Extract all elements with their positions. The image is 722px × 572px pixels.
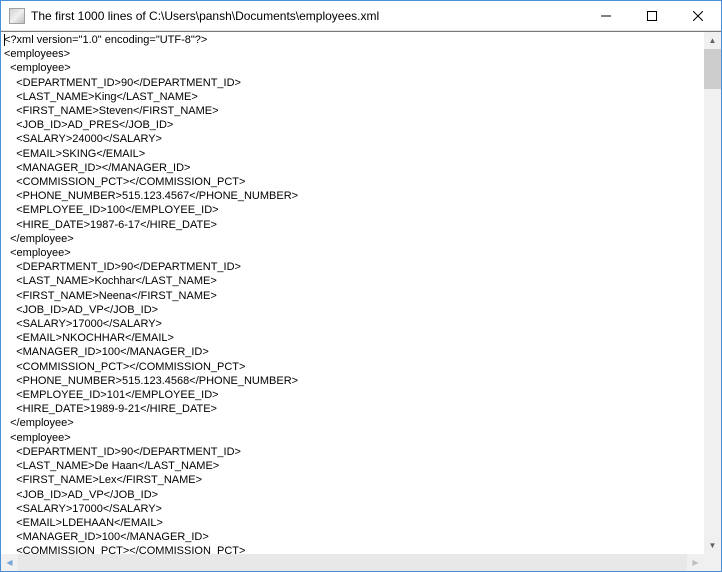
vertical-scroll-thumb[interactable] (704, 49, 721, 89)
titlebar[interactable]: The first 1000 lines of C:\Users\pansh\D… (1, 1, 721, 31)
app-icon (9, 8, 25, 24)
vertical-scroll-track[interactable] (704, 49, 721, 537)
close-button[interactable] (675, 1, 721, 30)
window-buttons (583, 1, 721, 30)
scrollbar-corner (704, 554, 721, 571)
scroll-right-arrow-icon[interactable]: ▶ (687, 554, 704, 571)
scroll-up-arrow-icon[interactable]: ▲ (704, 32, 721, 49)
maximize-button[interactable] (629, 1, 675, 30)
horizontal-scroll-thumb[interactable] (18, 554, 687, 571)
xml-text-view[interactable]: <?xml version="1.0" encoding="UTF-8"?> <… (2, 33, 704, 554)
window-title: The first 1000 lines of C:\Users\pansh\D… (31, 9, 583, 23)
content-area: <?xml version="1.0" encoding="UTF-8"?> <… (1, 31, 721, 571)
scroll-down-arrow-icon[interactable]: ▼ (704, 537, 721, 554)
minimize-button[interactable] (583, 1, 629, 30)
horizontal-scrollbar[interactable]: ◀ ▶ (1, 554, 704, 571)
horizontal-scroll-track[interactable] (18, 554, 687, 571)
scroll-left-arrow-icon[interactable]: ◀ (1, 554, 18, 571)
vertical-scrollbar[interactable]: ▲ ▼ (704, 32, 721, 554)
